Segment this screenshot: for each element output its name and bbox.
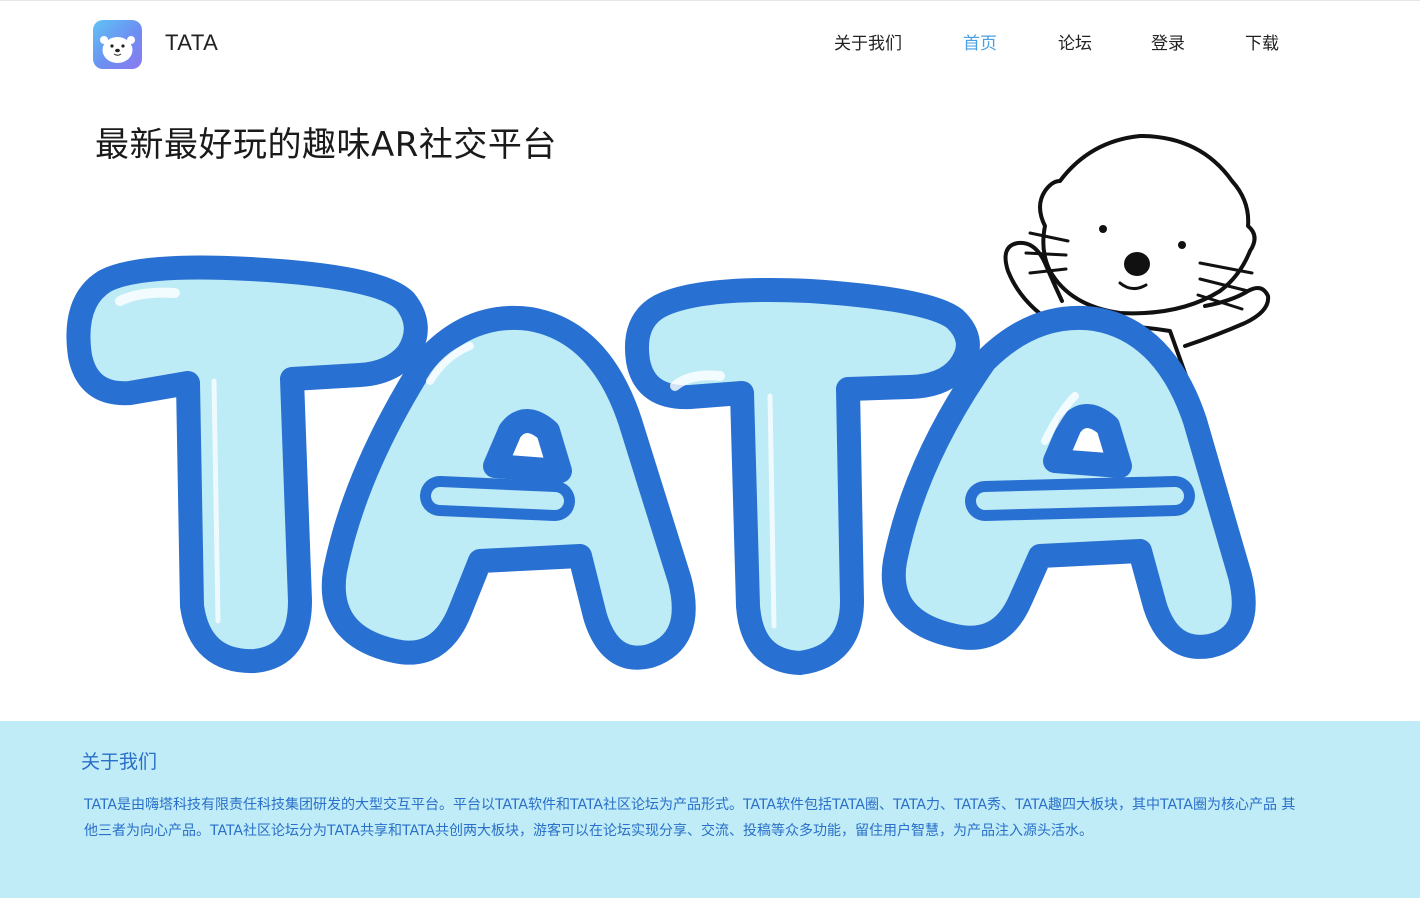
page: TATA 关于我们 首页 论坛 登录 下载 最新最好玩的趣味AR社交平台 关于我…: [0, 0, 1420, 898]
otter-logo-icon[interactable]: [93, 20, 142, 69]
nav-download[interactable]: 下载: [1245, 29, 1279, 54]
nav-forum[interactable]: 论坛: [1058, 29, 1092, 54]
nav-home[interactable]: 首页: [963, 29, 997, 54]
hero-illustration: [66, 134, 1271, 675]
nav-about[interactable]: 关于我们: [834, 29, 902, 54]
about-title: 关于我们: [81, 751, 158, 773]
tata-logo-letters: [66, 255, 1256, 675]
about-description: TATA是由嗨塔科技有限责任科技集团研发的大型交互平台。平台以TATA软件和TA…: [84, 797, 1296, 839]
nav-login[interactable]: 登录: [1151, 29, 1185, 54]
about-section: 关于我们 TATA是由嗨塔科技有限责任科技集团研发的大型交互平台。平台以TATA…: [0, 721, 1420, 898]
brand-name[interactable]: TATA: [165, 30, 218, 56]
